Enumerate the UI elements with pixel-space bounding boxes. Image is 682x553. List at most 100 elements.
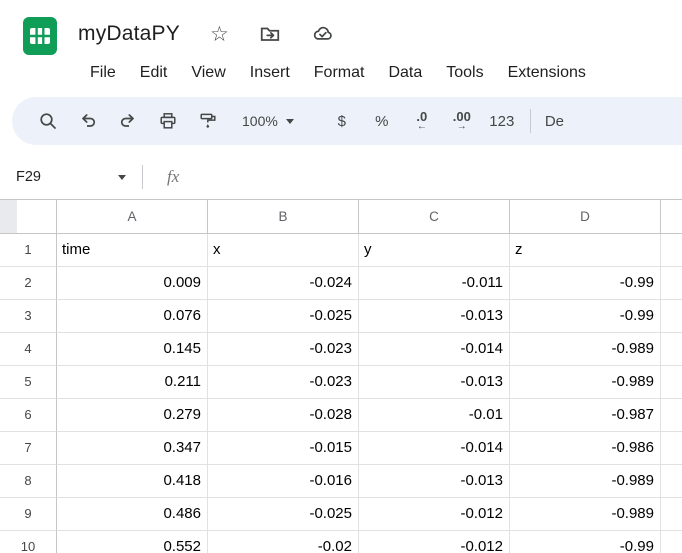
menu-insert[interactable]: Insert: [238, 60, 302, 86]
paint-format-button[interactable]: [188, 103, 228, 139]
row-header-10[interactable]: 10: [0, 531, 57, 553]
menu-format[interactable]: Format: [302, 60, 377, 86]
cell[interactable]: -0.012: [359, 531, 510, 553]
cell[interactable]: -0.025: [208, 498, 359, 531]
cell[interactable]: -0.989: [510, 366, 661, 399]
column-header-a[interactable]: A: [57, 200, 208, 233]
star-icon[interactable]: ☆: [210, 24, 229, 45]
print-button[interactable]: [148, 103, 188, 139]
cell[interactable]: time: [57, 234, 208, 267]
cell[interactable]: -0.014: [359, 333, 510, 366]
cell[interactable]: [661, 234, 682, 267]
menu-file[interactable]: File: [78, 60, 128, 86]
column-header-b[interactable]: B: [208, 200, 359, 233]
move-to-folder-icon[interactable]: [259, 23, 281, 45]
cell[interactable]: -0.989: [510, 333, 661, 366]
menu-extensions[interactable]: Extensions: [496, 60, 598, 86]
column-header-c[interactable]: C: [359, 200, 510, 233]
cell[interactable]: -0.013: [359, 300, 510, 333]
format-percent-button[interactable]: %: [362, 103, 402, 139]
cell[interactable]: 0.076: [57, 300, 208, 333]
name-box[interactable]: F29: [12, 162, 134, 192]
cell[interactable]: z: [510, 234, 661, 267]
column-header-d[interactable]: D: [510, 200, 661, 233]
menu-data[interactable]: Data: [376, 60, 434, 86]
cell[interactable]: -0.023: [208, 333, 359, 366]
cell[interactable]: -0.02: [208, 531, 359, 553]
font-selector[interactable]: De: [539, 103, 570, 139]
row-header-3[interactable]: 3: [0, 300, 57, 333]
cell[interactable]: -0.024: [208, 267, 359, 300]
row-header-7[interactable]: 7: [0, 432, 57, 465]
name-box-value: F29: [16, 169, 41, 185]
row-header-8[interactable]: 8: [0, 465, 57, 498]
cell[interactable]: -0.99: [510, 300, 661, 333]
row-header-6[interactable]: 6: [0, 399, 57, 432]
cell[interactable]: [661, 267, 682, 300]
row-header-5[interactable]: 5: [0, 366, 57, 399]
menu-edit[interactable]: Edit: [128, 60, 180, 86]
format-currency-button[interactable]: $: [322, 103, 362, 139]
cell[interactable]: -0.987: [510, 399, 661, 432]
cell[interactable]: -0.01: [359, 399, 510, 432]
cell[interactable]: -0.989: [510, 465, 661, 498]
cell[interactable]: 0.418: [57, 465, 208, 498]
zoom-selector[interactable]: 100%: [232, 103, 304, 139]
row-header-1[interactable]: 1: [0, 234, 57, 267]
cell[interactable]: [661, 399, 682, 432]
redo-button[interactable]: [108, 103, 148, 139]
cell[interactable]: -0.016: [208, 465, 359, 498]
decrease-decimal-button[interactable]: .0 ←: [402, 103, 442, 139]
cell[interactable]: 0.211: [57, 366, 208, 399]
cell[interactable]: [661, 432, 682, 465]
cell[interactable]: -0.99: [510, 267, 661, 300]
cell[interactable]: -0.014: [359, 432, 510, 465]
cell[interactable]: 0.009: [57, 267, 208, 300]
search-menus-button[interactable]: [28, 103, 68, 139]
cell[interactable]: -0.015: [208, 432, 359, 465]
cell[interactable]: y: [359, 234, 510, 267]
formula-input[interactable]: [179, 155, 682, 199]
cell[interactable]: -0.986: [510, 432, 661, 465]
row-header-4[interactable]: 4: [0, 333, 57, 366]
menu-tools[interactable]: Tools: [434, 60, 495, 86]
cell[interactable]: [661, 465, 682, 498]
cell[interactable]: -0.025: [208, 300, 359, 333]
cell[interactable]: [661, 531, 682, 553]
cell[interactable]: -0.013: [359, 465, 510, 498]
table-row: 70.347-0.015-0.014-0.986: [0, 432, 682, 465]
cell[interactable]: [661, 498, 682, 531]
row-header-2[interactable]: 2: [0, 267, 57, 300]
increase-decimal-button[interactable]: .00 →: [442, 103, 482, 139]
cell[interactable]: -0.023: [208, 366, 359, 399]
row-header-9[interactable]: 9: [0, 498, 57, 531]
cell[interactable]: 0.347: [57, 432, 208, 465]
cell[interactable]: [661, 333, 682, 366]
table-row: 100.552-0.02-0.012-0.99: [0, 531, 682, 553]
cell[interactable]: -0.011: [359, 267, 510, 300]
cloud-save-status-icon[interactable]: [311, 22, 335, 46]
search-icon: [38, 111, 58, 131]
column-header-stub[interactable]: [661, 200, 682, 233]
cell[interactable]: -0.028: [208, 399, 359, 432]
cell[interactable]: 0.486: [57, 498, 208, 531]
table-row: 60.279-0.028-0.01-0.987: [0, 399, 682, 432]
select-all-corner[interactable]: [0, 200, 57, 233]
cell[interactable]: -0.013: [359, 366, 510, 399]
more-formats-button[interactable]: 123: [482, 103, 522, 139]
cell[interactable]: 0.279: [57, 399, 208, 432]
cell[interactable]: -0.989: [510, 498, 661, 531]
cell[interactable]: -0.99: [510, 531, 661, 553]
decrease-decimal-icon: .0 ←: [416, 110, 427, 132]
cell[interactable]: 0.552: [57, 531, 208, 553]
menu-view[interactable]: View: [179, 60, 237, 86]
cell[interactable]: x: [208, 234, 359, 267]
sheets-logo[interactable]: [20, 16, 60, 56]
cell[interactable]: [661, 366, 682, 399]
undo-icon: [78, 111, 98, 131]
cell[interactable]: 0.145: [57, 333, 208, 366]
cell[interactable]: [661, 300, 682, 333]
cell[interactable]: -0.012: [359, 498, 510, 531]
undo-button[interactable]: [68, 103, 108, 139]
document-title[interactable]: myDataPY: [78, 22, 180, 46]
